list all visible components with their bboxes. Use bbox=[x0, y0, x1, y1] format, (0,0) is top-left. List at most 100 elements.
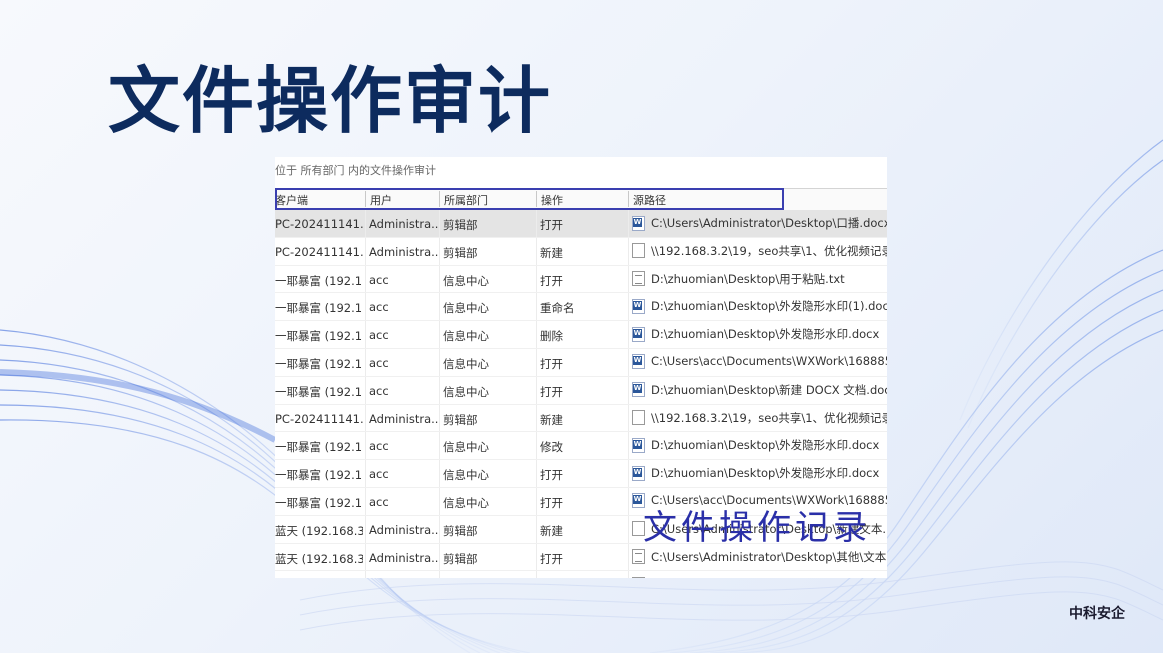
column-divider bbox=[536, 404, 537, 432]
column-divider bbox=[439, 210, 440, 237]
department-cell: 信息中心 bbox=[443, 468, 489, 483]
table-row[interactable]: 一耶暴富 (192.1... acc 信息中心 打开 C:\Users\acc\Docu… bbox=[275, 348, 887, 377]
column-divider bbox=[439, 348, 440, 376]
source-path-text: \\192.168.3.2\19，seo共享\1、优化视频记录... bbox=[651, 576, 887, 578]
source-path-text: D:\zhuomian\Desktop\外发隐形水印.docx bbox=[651, 327, 880, 342]
table-row[interactable]: PC-202411141... Administra... 剪辑部 新建 \\192.1… bbox=[275, 237, 887, 266]
client-cell: 一耶暴富 (192.1... bbox=[275, 301, 363, 316]
operation-cell: 修改 bbox=[540, 440, 563, 455]
operation-cell: 重命名 bbox=[540, 301, 575, 316]
client-cell: 蓝天 (192.168.3... bbox=[275, 523, 363, 538]
source-path-text: \\192.168.3.2\19，seo共享\1、优化视频记录... bbox=[651, 243, 887, 258]
source-path-text: D:\zhuomian\Desktop\外发隐形水印.docx bbox=[651, 438, 880, 453]
column-divider bbox=[628, 404, 629, 432]
table-row[interactable]: PC-202411141... Administra... 剪辑部 打开 C:\User… bbox=[275, 210, 887, 238]
overlay-caption: 文件操作记录 bbox=[643, 508, 871, 548]
source-path-cell: D:\zhuomian\Desktop\用于粘贴.txt bbox=[632, 271, 887, 287]
word-doc-icon bbox=[632, 437, 645, 453]
user-cell: acc bbox=[369, 355, 389, 370]
source-path-cell: D:\zhuomian\Desktop\外发隐形水印(1).docx bbox=[632, 298, 887, 314]
table-row[interactable]: 一耶暴富 (192.1... acc 信息中心 删除 D:\zhuomian\Deskt… bbox=[275, 321, 887, 349]
department-cell: 剪辑部 bbox=[443, 523, 478, 538]
column-divider bbox=[628, 210, 629, 237]
department-cell: 剪辑部 bbox=[443, 218, 478, 232]
department-cell: 剪辑部 bbox=[443, 245, 478, 260]
column-divider bbox=[536, 348, 537, 376]
client-cell: 一耶暴富 (192.1... bbox=[275, 384, 363, 399]
department-cell: 剪辑部 bbox=[443, 551, 478, 566]
client-cell: 一耶暴富 (192.1... bbox=[275, 356, 363, 371]
user-cell: acc bbox=[369, 300, 389, 315]
column-header-source-path[interactable]: 源路径 bbox=[628, 191, 666, 207]
column-divider bbox=[439, 376, 440, 404]
column-header-department[interactable]: 所属部门 bbox=[439, 191, 488, 207]
column-divider bbox=[536, 265, 537, 293]
text-file-icon bbox=[632, 576, 645, 578]
user-cell: acc bbox=[369, 272, 389, 287]
source-path-cell: C:\Users\Administrator\Desktop\口播.docx bbox=[632, 215, 887, 231]
column-divider bbox=[439, 237, 440, 265]
column-divider bbox=[365, 543, 366, 571]
column-divider bbox=[628, 515, 629, 543]
column-divider bbox=[628, 376, 629, 404]
column-header-client[interactable]: 客户端 bbox=[275, 192, 308, 208]
column-divider bbox=[439, 487, 440, 515]
operation-cell: 新建 bbox=[540, 412, 563, 427]
table-row[interactable]: 一耶暴富 (192.1... acc 信息中心 修改 D:\zhuomian\Deskt… bbox=[275, 432, 887, 461]
source-path-text: \\192.168.3.2\19，seo共享\1、优化视频记录... bbox=[651, 410, 887, 425]
operation-cell: 新建 bbox=[540, 245, 563, 260]
source-path-cell: D:\zhuomian\Desktop\外发隐形水印.docx bbox=[632, 326, 887, 342]
operation-cell: 删除 bbox=[540, 329, 563, 344]
column-divider bbox=[536, 321, 537, 348]
client-cell: 一耶暴富 (192.1... bbox=[275, 273, 363, 288]
column-divider bbox=[365, 432, 366, 460]
column-divider bbox=[439, 321, 440, 348]
department-cell: 信息中心 bbox=[443, 329, 489, 344]
table-row[interactable]: 一耶暴富 (192.1... acc 信息中心 打开 D:\zhuomian\Deskt… bbox=[275, 265, 887, 294]
blank-file-icon bbox=[632, 410, 645, 426]
source-path-text: C:\Users\Administrator\Desktop\其他\文本... bbox=[651, 549, 887, 564]
column-header-operation[interactable]: 操作 bbox=[536, 191, 563, 207]
word-doc-icon bbox=[632, 215, 645, 231]
column-divider bbox=[536, 571, 537, 578]
source-path-text: D:\zhuomian\Desktop\外发隐形水印.docx bbox=[651, 466, 880, 481]
word-doc-icon bbox=[632, 326, 645, 342]
text-file-icon bbox=[632, 271, 645, 287]
operation-cell: 打开 bbox=[540, 551, 563, 566]
table-row[interactable]: 一耶暴富 (192.1... acc 信息中心 打开 D:\zhuomian\Deskt… bbox=[275, 376, 887, 405]
source-path-cell: D:\zhuomian\Desktop\外发隐形水印.docx bbox=[632, 465, 887, 481]
column-divider bbox=[365, 487, 366, 515]
table-row[interactable]: 一耶暴富 (192.1... acc 信息中心 重命名 D:\zhuomian\Desk… bbox=[275, 293, 887, 322]
column-divider bbox=[365, 348, 366, 376]
column-divider bbox=[365, 404, 366, 432]
client-cell: PC-202411141... bbox=[275, 217, 363, 231]
operation-cell: 新建 bbox=[540, 523, 563, 538]
column-divider bbox=[365, 293, 366, 321]
client-cell: 一耶暴富 (192.1... bbox=[275, 440, 363, 455]
column-divider bbox=[536, 460, 537, 487]
table-row[interactable]: PC-202411141... Administra... 剪辑部 新建 \\192.1… bbox=[275, 404, 887, 433]
user-cell: acc bbox=[369, 439, 389, 454]
column-divider bbox=[536, 237, 537, 265]
word-doc-icon bbox=[632, 382, 645, 398]
user-cell: Administra... bbox=[369, 244, 439, 259]
column-divider bbox=[536, 432, 537, 460]
client-cell: PC-202411141... bbox=[275, 244, 363, 259]
user-cell: acc bbox=[369, 494, 389, 509]
table-row[interactable]: 蓝天 (192.168.3...Administra...剪辑部打开\\192.… bbox=[275, 571, 887, 578]
source-path-text: D:\zhuomian\Desktop\新建 DOCX 文档.docx bbox=[651, 382, 887, 397]
column-divider bbox=[628, 293, 629, 321]
client-cell: 一耶暴富 (192.1... bbox=[275, 468, 363, 483]
column-header-user[interactable]: 用户 bbox=[365, 191, 392, 207]
source-path-text: C:\Users\acc\Documents\WXWork\1688857... bbox=[651, 354, 887, 369]
word-doc-icon bbox=[632, 465, 645, 481]
user-cell: Administra... bbox=[369, 411, 439, 426]
client-cell: 一耶暴富 (192.1... bbox=[275, 495, 363, 510]
column-divider bbox=[536, 293, 537, 321]
source-path-cell: C:\Users\acc\Documents\WXWork\1688857... bbox=[632, 353, 887, 369]
table-row[interactable]: 一耶暴富 (192.1... acc 信息中心 打开 D:\zhuomian\Deskt… bbox=[275, 460, 887, 488]
user-cell: Administra... bbox=[369, 522, 439, 537]
column-divider bbox=[439, 293, 440, 321]
column-divider bbox=[439, 543, 440, 571]
department-cell: 剪辑部 bbox=[443, 412, 478, 427]
